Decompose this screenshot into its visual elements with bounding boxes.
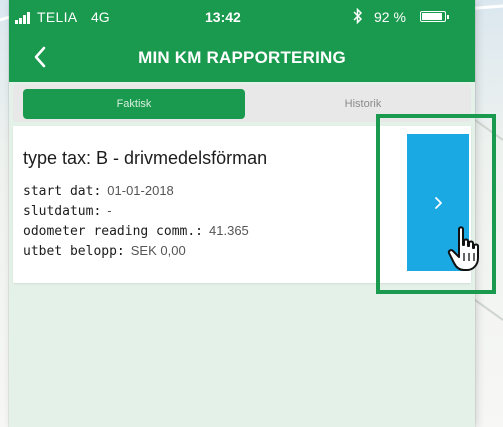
field-odometer: odometer reading comm.: 41.365 bbox=[23, 223, 249, 239]
field-label: odometer reading comm.: bbox=[23, 224, 204, 239]
field-value: - bbox=[107, 203, 112, 218]
battery-percent: 92 % bbox=[374, 9, 406, 25]
bluetooth-icon bbox=[353, 7, 363, 27]
signal-icon bbox=[15, 12, 35, 24]
report-card: type tax: B - drivmedelsförman start dat… bbox=[13, 126, 471, 283]
navigation-bar: MIN KM RAPPORTERING bbox=[9, 34, 475, 82]
hand-pointer-icon bbox=[447, 226, 479, 271]
field-end-date: slutdatum: - bbox=[23, 203, 112, 219]
phone-screen: TELIA 4G 13:42 92 % MIN KM RAPPORTERING bbox=[9, 0, 475, 427]
field-value: 41.365 bbox=[209, 223, 249, 238]
tab-faktisk[interactable]: Faktisk bbox=[23, 89, 245, 119]
page-title: MIN KM RAPPORTERING bbox=[138, 48, 346, 67]
status-bar: TELIA 4G 13:42 92 % bbox=[9, 0, 475, 34]
field-label: utbet belopp: bbox=[23, 244, 125, 259]
card-title: type tax: B - drivmedelsförman bbox=[23, 148, 268, 168]
field-payout: utbet belopp: SEK 0,00 bbox=[23, 243, 186, 259]
field-label: start dat: bbox=[23, 184, 102, 199]
screenshot-stage: TELIA 4G 13:42 92 % MIN KM RAPPORTERING bbox=[0, 0, 503, 427]
field-value: 01-01-2018 bbox=[107, 183, 174, 198]
chevron-right-icon bbox=[435, 197, 442, 210]
status-time: 13:42 bbox=[205, 9, 241, 25]
tab-bar: Faktisk Historik bbox=[13, 84, 471, 122]
carrier-name: TELIA bbox=[37, 9, 78, 25]
battery-icon bbox=[420, 11, 449, 22]
battery-fill bbox=[422, 13, 443, 20]
field-start-date: start dat: 01-01-2018 bbox=[23, 183, 174, 199]
field-value: SEK 0,00 bbox=[130, 243, 186, 258]
tab-historik[interactable]: Historik bbox=[263, 89, 463, 119]
network-type: 4G bbox=[91, 9, 110, 25]
field-label: slutdatum: bbox=[23, 204, 102, 219]
